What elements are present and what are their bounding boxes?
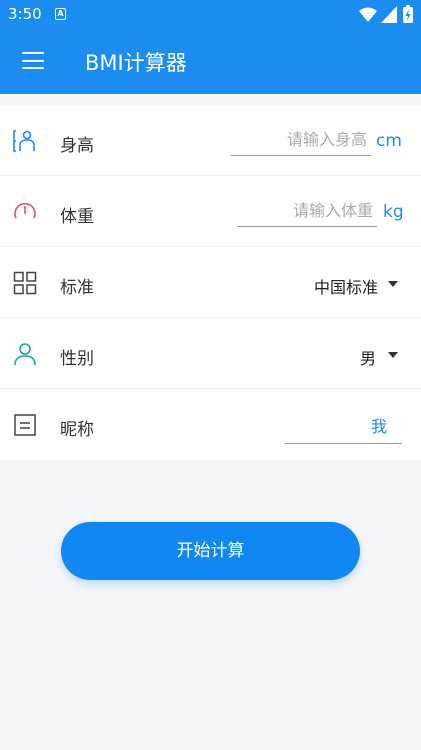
nickname-label: 昵称 bbox=[60, 420, 94, 440]
nickname-input[interactable]: 我 bbox=[285, 414, 402, 444]
battery-charging-icon bbox=[403, 5, 413, 23]
notification-icon: A bbox=[55, 8, 66, 20]
status-time: 3:50 bbox=[8, 5, 42, 23]
menu-icon[interactable] bbox=[22, 52, 44, 70]
weight-row: 体重 请输入体重 kg bbox=[0, 176, 421, 247]
height-input[interactable]: 请输入身高 bbox=[231, 126, 371, 156]
bmi-form: 身高 请输入身高 cm 体重 请输入体重 kg 标准 中国标准 性别 男 昵称 … bbox=[0, 105, 421, 460]
app-title: BMI计算器 bbox=[85, 51, 187, 75]
wifi-icon bbox=[359, 7, 377, 22]
note-icon bbox=[14, 414, 36, 436]
signal-icon bbox=[381, 6, 397, 23]
nickname-row: 昵称 我 bbox=[0, 389, 421, 460]
height-row: 身高 请输入身高 cm bbox=[0, 105, 421, 176]
status-bar: 3:50 A bbox=[0, 0, 421, 30]
chevron-down-icon[interactable] bbox=[388, 352, 398, 358]
gauge-icon bbox=[14, 202, 36, 219]
gender-row[interactable]: 性别 男 bbox=[0, 318, 421, 389]
calculate-button[interactable]: 开始计算 bbox=[61, 522, 360, 580]
chevron-down-icon[interactable] bbox=[388, 281, 398, 287]
gender-select[interactable]: 男 bbox=[340, 345, 376, 369]
weight-label: 体重 bbox=[60, 207, 94, 227]
weight-input[interactable]: 请输入体重 bbox=[237, 197, 377, 227]
grid-icon bbox=[13, 271, 37, 295]
standard-select[interactable]: 中国标准 bbox=[296, 274, 378, 298]
height-person-icon bbox=[13, 130, 35, 152]
height-label: 身高 bbox=[60, 136, 94, 156]
gender-label: 性别 bbox=[60, 349, 94, 369]
weight-unit: kg bbox=[383, 202, 404, 222]
standard-row[interactable]: 标准 中国标准 bbox=[0, 247, 421, 318]
app-bar: BMI计算器 bbox=[0, 30, 421, 94]
person-icon bbox=[14, 343, 36, 366]
standard-label: 标准 bbox=[60, 278, 94, 298]
height-unit: cm bbox=[376, 131, 402, 151]
